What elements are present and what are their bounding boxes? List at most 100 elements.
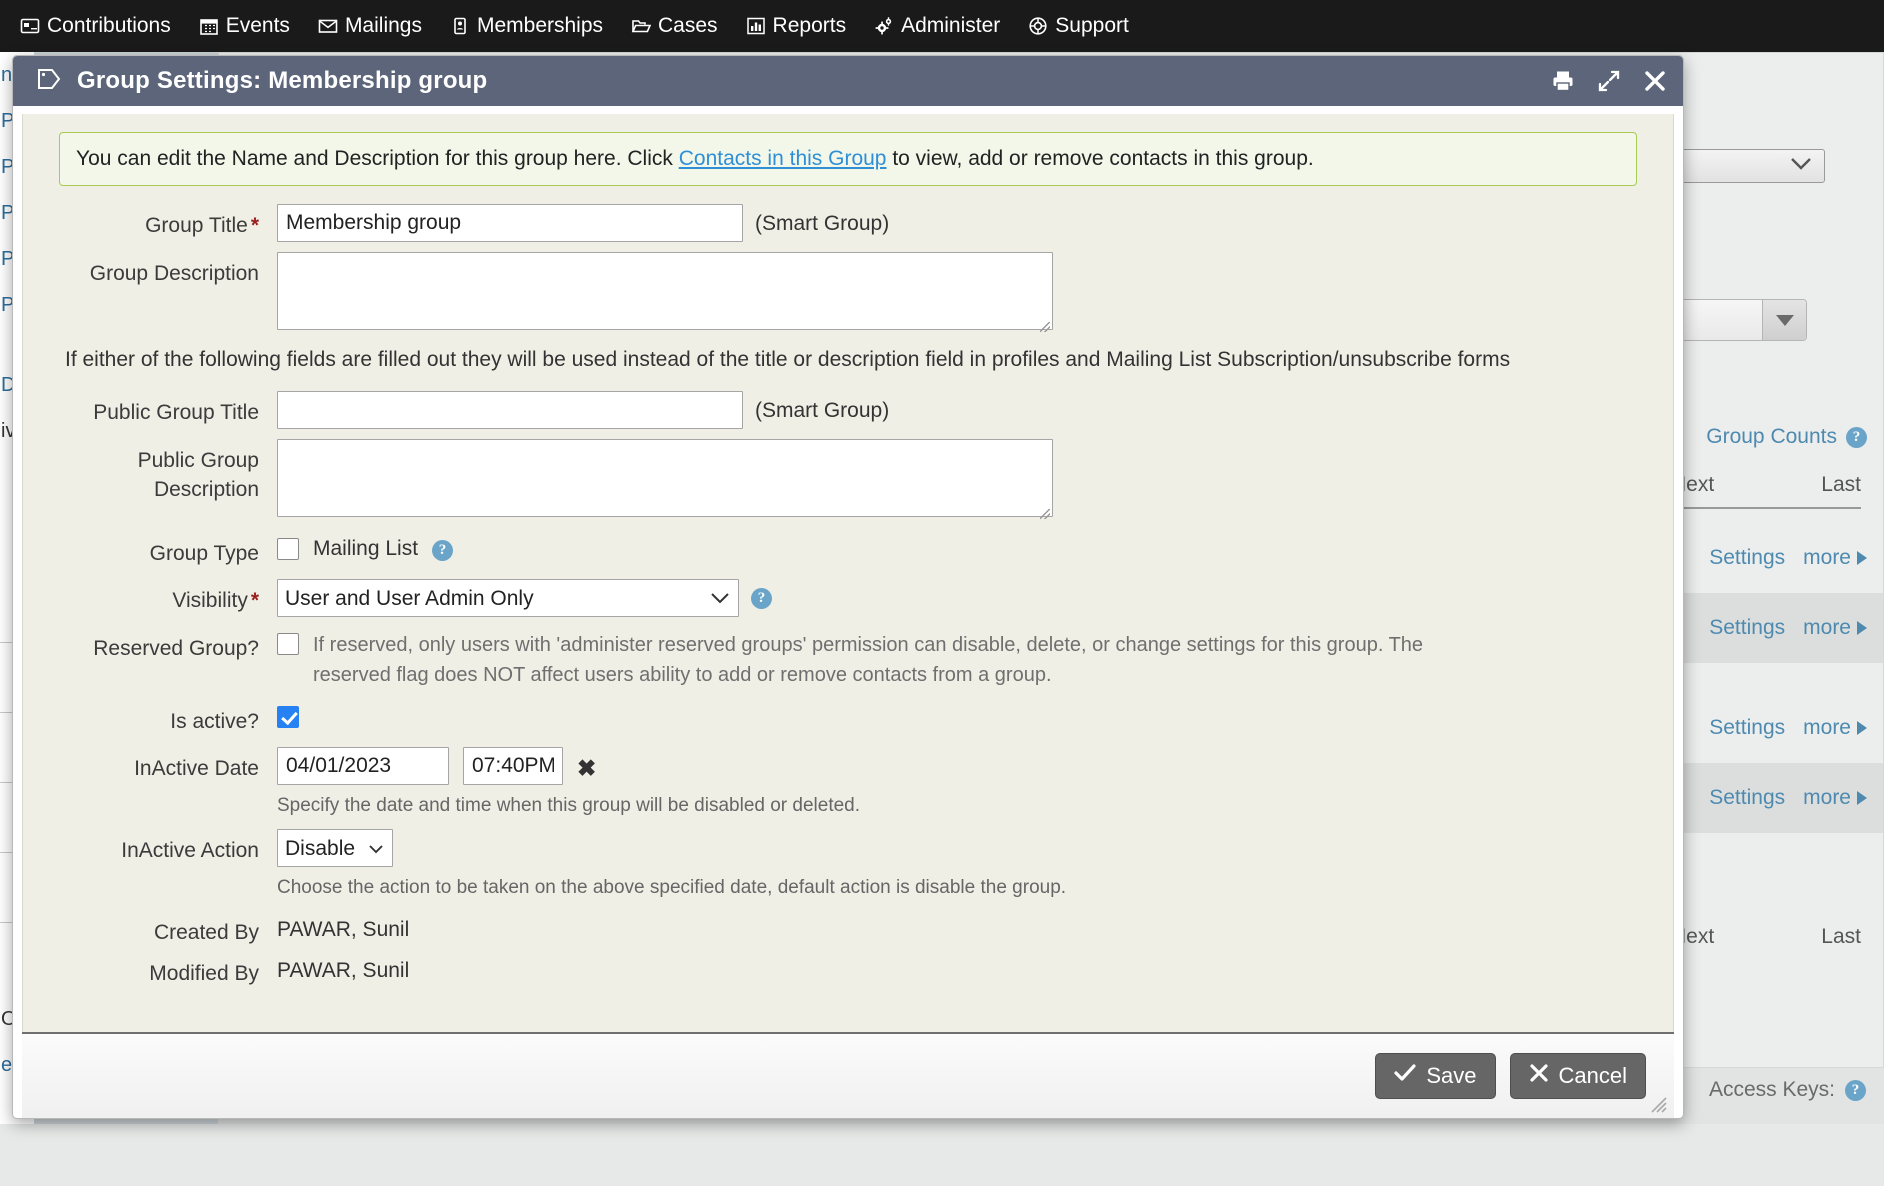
group-title-input[interactable] bbox=[277, 204, 743, 242]
group-description-label: Group Description bbox=[59, 252, 277, 289]
reserved-group-description: If reserved, only users with 'administer… bbox=[313, 627, 1443, 690]
field-row-inactive-action: InActive Action Disable Delete Choose th… bbox=[59, 829, 1637, 901]
field-row-group-type: Group Type Mailing List ? bbox=[59, 532, 1637, 569]
expand-icon[interactable] bbox=[1597, 69, 1621, 93]
required-marker: * bbox=[251, 589, 259, 612]
row-settings-link[interactable]: Settings bbox=[1709, 546, 1785, 570]
row-more-link[interactable]: more bbox=[1803, 546, 1867, 570]
public-group-description-textarea[interactable] bbox=[277, 439, 1053, 517]
inactive-date-label: InActive Date bbox=[59, 747, 277, 784]
access-keys: Access Keys: ? bbox=[1709, 1078, 1866, 1102]
dialog-header: Group Settings: Membership group bbox=[13, 56, 1683, 106]
nav-item-contributions[interactable]: Contributions bbox=[8, 8, 183, 44]
is-active-label: Is active? bbox=[59, 700, 277, 737]
nav-item-reports[interactable]: Reports bbox=[734, 8, 859, 44]
nav-label: Contributions bbox=[47, 14, 171, 38]
save-button[interactable]: Save bbox=[1375, 1053, 1495, 1099]
field-row-created-by: Created By PAWAR, Sunil bbox=[59, 911, 1637, 948]
help-icon[interactable]: ? bbox=[1846, 427, 1867, 448]
row-settings-link[interactable]: Settings bbox=[1709, 716, 1785, 740]
pager-last[interactable]: Last bbox=[1821, 473, 1861, 497]
reserved-group-checkbox[interactable] bbox=[277, 633, 299, 655]
chevron-right-icon bbox=[1857, 551, 1867, 565]
calendar-icon bbox=[199, 16, 219, 36]
nav-label: Memberships bbox=[477, 14, 603, 38]
help-icon[interactable]: ? bbox=[432, 540, 453, 561]
inactive-action-label: InActive Action bbox=[59, 829, 277, 866]
top-navigation-bar: Contributions Events Mailings Membership… bbox=[0, 0, 1884, 52]
group-counts-link[interactable]: Group Counts ? bbox=[1706, 425, 1867, 449]
visibility-select[interactable]: User and User Admin Only Public Pages Pu… bbox=[277, 579, 739, 617]
tag-icon bbox=[35, 66, 63, 97]
created-by-label: Created By bbox=[59, 911, 277, 948]
dialog-body: You can edit the Name and Description fo… bbox=[22, 114, 1674, 1032]
row-settings-link[interactable]: Settings bbox=[1709, 616, 1785, 640]
save-label: Save bbox=[1426, 1063, 1476, 1089]
row-more-link[interactable]: more bbox=[1803, 716, 1867, 740]
row-more-link[interactable]: more bbox=[1803, 616, 1867, 640]
inactive-action-select[interactable]: Disable Delete bbox=[277, 829, 393, 867]
contributions-icon bbox=[20, 16, 40, 36]
nav-label: Mailings bbox=[345, 14, 422, 38]
row-more-link[interactable]: more bbox=[1803, 786, 1867, 810]
group-title-suffix: (Smart Group) bbox=[755, 204, 889, 236]
group-description-textarea[interactable] bbox=[277, 252, 1053, 330]
visibility-label: Visibility* bbox=[59, 579, 277, 616]
group-settings-dialog: Group Settings: Membership group You can… bbox=[12, 55, 1684, 1119]
print-icon[interactable] bbox=[1551, 69, 1575, 93]
info-banner: You can edit the Name and Description fo… bbox=[59, 132, 1637, 186]
field-row-is-active: Is active? bbox=[59, 700, 1637, 737]
is-active-checkbox[interactable] bbox=[277, 706, 299, 728]
cancel-button[interactable]: Cancel bbox=[1510, 1053, 1646, 1099]
chevron-right-icon bbox=[1857, 621, 1867, 635]
nav-item-mailings[interactable]: Mailings bbox=[306, 8, 434, 44]
mailing-list-checkbox[interactable] bbox=[277, 538, 299, 560]
contacts-in-group-link[interactable]: Contacts in this Group bbox=[679, 147, 887, 170]
field-row-group-description: Group Description bbox=[59, 252, 1637, 335]
public-group-title-suffix: (Smart Group) bbox=[755, 391, 889, 423]
nav-item-support[interactable]: Support bbox=[1016, 8, 1141, 44]
folder-icon bbox=[631, 16, 651, 36]
chevron-right-icon bbox=[1857, 721, 1867, 735]
field-row-inactive-date: InActive Date ✖ Specify the date and tim… bbox=[59, 747, 1637, 819]
pagination-bottom: Next Last bbox=[1671, 925, 1861, 949]
inactive-time-input[interactable] bbox=[463, 747, 563, 785]
field-row-reserved-group: Reserved Group? If reserved, only users … bbox=[59, 627, 1637, 690]
field-row-group-title: Group Title* (Smart Group) bbox=[59, 204, 1637, 242]
field-row-public-group-description: Public Group Description bbox=[59, 439, 1637, 522]
lifering-icon bbox=[1028, 16, 1048, 36]
nav-label: Reports bbox=[773, 14, 847, 38]
nav-item-administer[interactable]: Administer bbox=[862, 8, 1012, 44]
access-keys-label: Access Keys: bbox=[1709, 1078, 1835, 1102]
nav-label: Administer bbox=[901, 14, 1000, 38]
row-settings-link[interactable]: Settings bbox=[1709, 786, 1785, 810]
clear-icon[interactable]: ✖ bbox=[577, 747, 596, 782]
envelope-icon bbox=[318, 16, 338, 36]
chevron-down-icon bbox=[1790, 157, 1812, 176]
created-by-value: PAWAR, Sunil bbox=[277, 911, 409, 942]
public-group-title-label: Public Group Title bbox=[59, 391, 277, 428]
nav-item-memberships[interactable]: Memberships bbox=[438, 8, 615, 44]
help-icon[interactable]: ? bbox=[751, 588, 772, 609]
background-combo[interactable] bbox=[1675, 299, 1807, 341]
inactive-action-hint: Choose the action to be taken on the abo… bbox=[277, 874, 1066, 901]
public-group-description-label: Public Group Description bbox=[59, 439, 277, 504]
field-row-visibility: Visibility* User and User Admin Only Pub… bbox=[59, 579, 1637, 617]
public-group-title-input[interactable] bbox=[277, 391, 743, 429]
modified-by-value: PAWAR, Sunil bbox=[277, 952, 409, 983]
mailing-list-label: Mailing List bbox=[313, 532, 418, 561]
nav-item-events[interactable]: Events bbox=[187, 8, 302, 44]
required-marker: * bbox=[251, 214, 259, 237]
pager-last[interactable]: Last bbox=[1821, 925, 1861, 949]
info-text-before: You can edit the Name and Description fo… bbox=[76, 147, 679, 170]
chevron-right-icon bbox=[1857, 791, 1867, 805]
dialog-footer: Save Cancel bbox=[22, 1032, 1674, 1118]
reserved-group-label: Reserved Group? bbox=[59, 627, 277, 664]
nav-item-cases[interactable]: Cases bbox=[619, 8, 730, 44]
nav-label: Cases bbox=[658, 14, 718, 38]
inactive-date-input[interactable] bbox=[277, 747, 449, 785]
resize-grip[interactable] bbox=[1648, 1094, 1668, 1114]
close-icon[interactable] bbox=[1643, 69, 1667, 93]
modified-by-label: Modified By bbox=[59, 952, 277, 989]
help-icon[interactable]: ? bbox=[1845, 1080, 1866, 1101]
